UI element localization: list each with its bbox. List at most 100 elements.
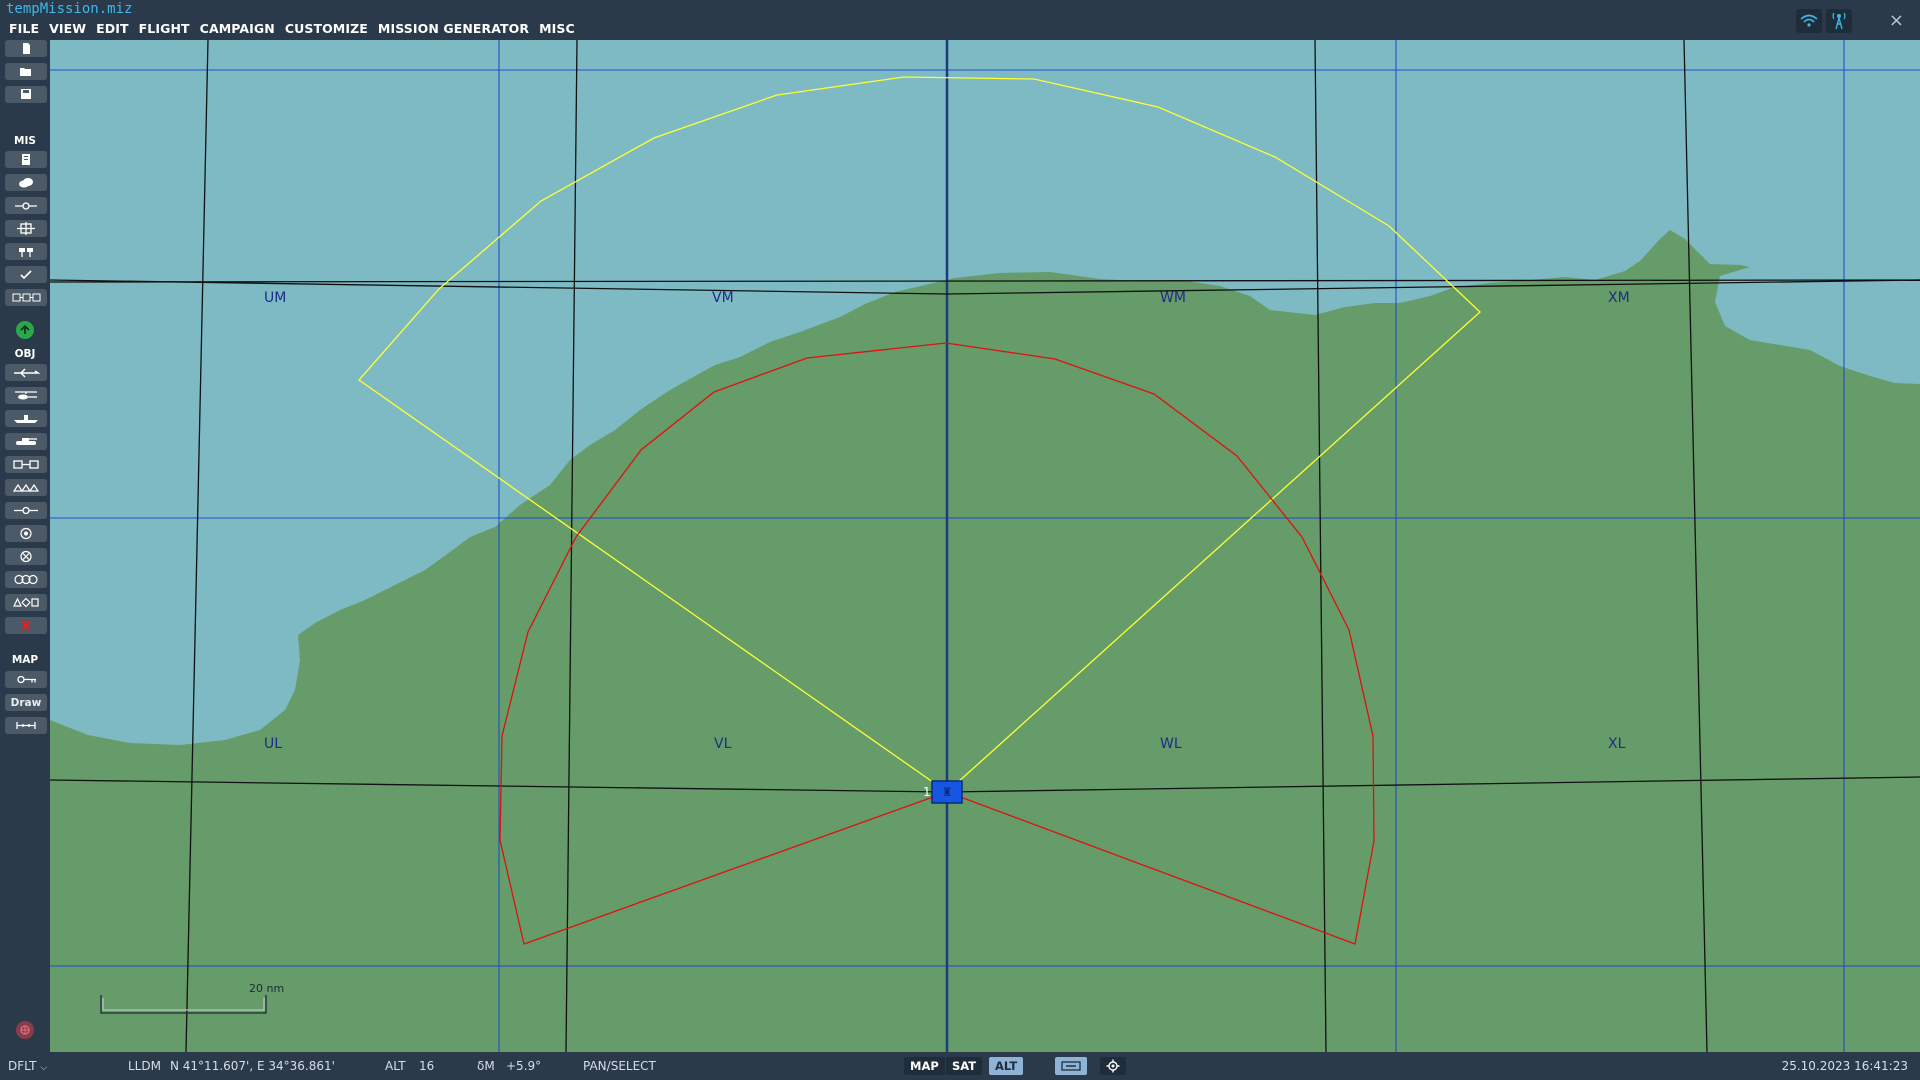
layers-toggle-button[interactable] [1055,1057,1087,1075]
mission-editor-window: tempMission.miz FILE VIEW EDIT FLIGHT CA… [0,0,1920,1080]
wifi-icon[interactable] [1796,9,1822,33]
menu-bar: FILE VIEW EDIT FLIGHT CAMPAIGN CUSTOMIZE… [4,21,580,36]
plane-icon [14,368,41,378]
cloud-icon [19,178,33,188]
add-shapes-button[interactable] [5,594,47,611]
trigger-zones-button[interactable] [5,220,47,237]
ruler-icon [16,722,36,729]
coord-readout: N 41°11.607', E 34°36.861' [170,1059,335,1073]
alt-mode-button[interactable]: ALT [989,1057,1024,1075]
template-icon [12,483,40,493]
scale-label: 20 nm [249,982,284,995]
grid-label-wm: WM [1160,290,1186,306]
rings-icon [14,574,38,585]
chevron-down-icon: ⌵ [40,1063,48,1073]
new-file-button[interactable] [5,40,47,57]
ship-icon [14,415,38,423]
add-plane-button[interactable] [5,364,47,381]
grid-label-vm: VM [712,290,734,306]
map-view[interactable]: UM VM WM XM UL VL WL XL ♜ 1 20 nm [50,40,1920,1052]
date-time: 25.10.2023 16:41:23 [1781,1059,1908,1073]
add-target-button[interactable] [5,525,47,542]
grid-label-xl: XL [1608,736,1626,752]
gear-icon [1106,1059,1120,1073]
add-template-button[interactable] [5,479,47,496]
menu-campaign[interactable]: CAMPAIGN [195,21,280,36]
alt-label: ALT [385,1059,406,1073]
add-initial-point-button[interactable] [5,548,47,565]
menu-customize[interactable]: CUSTOMIZE [280,21,373,36]
checkmark-icon [20,270,32,280]
unit-marker[interactable]: ♜ [931,780,963,804]
zone-target-icon [17,222,35,235]
layers-icon [1061,1061,1081,1071]
gear-settings-button[interactable] [1100,1057,1126,1075]
profile-value: DFLT [8,1059,37,1073]
title-bar: tempMission.miz FILE VIEW EDIT FLIGHT CA… [0,0,1920,40]
mode-readout: PAN/SELECT [583,1059,656,1073]
mag-var-value: +5.9° [506,1059,542,1073]
open-file-button[interactable] [5,63,47,80]
delete-x-icon [21,620,31,631]
unit-symbol-icon: ♜ [942,785,953,799]
menu-misc[interactable]: MISC [534,21,580,36]
close-button[interactable]: × [1889,10,1904,31]
menu-flight[interactable]: FLIGHT [134,21,195,36]
arrow-up-icon [20,324,30,334]
sat-mode-button[interactable]: SAT [946,1057,983,1075]
menu-mission-generator[interactable]: MISSION GENERATOR [373,21,534,36]
add-group-button[interactable] [5,571,47,588]
menu-edit[interactable]: EDIT [91,21,134,36]
briefing-button[interactable] [5,151,47,168]
left-toolbar: MIS OBJ MAP Draw [0,40,50,1052]
grid-label-ul: UL [264,736,282,752]
crosshair-circle-icon [20,550,32,563]
add-static-button[interactable] [5,456,47,473]
helicopter-icon [15,391,37,400]
mission-goals-button[interactable] [5,266,47,283]
toolbar-section-map: MAP [11,654,39,666]
grid-label-vl: VL [714,736,732,752]
map-options-button[interactable] [5,671,47,688]
menu-view[interactable]: VIEW [44,21,91,36]
flags-button[interactable] [5,243,47,260]
delete-object-button[interactable] [5,617,47,634]
status-bar: DFLT ⌵ LLDM N 41°11.607', E 34°36.861' A… [0,1052,1920,1080]
unit-label: 1 [923,785,931,799]
airfield-icon [14,506,38,515]
grid-label-wl: WL [1160,736,1182,752]
target-icon [20,527,32,540]
profile-selector[interactable]: DFLT ⌵ [8,1059,47,1073]
triggers-button[interactable] [5,197,47,214]
shapes-icon [13,597,39,608]
new-file-icon [23,43,30,54]
ruler-button[interactable] [5,717,47,734]
resource-manager-button[interactable] [5,289,47,306]
antenna-icon[interactable] [1826,9,1852,33]
folder-open-icon [20,68,31,76]
weather-button[interactable] [5,174,47,191]
trigger-link-icon [15,202,37,210]
record-button[interactable] [16,1021,34,1039]
add-ship-button[interactable] [5,410,47,427]
save-icon [21,89,31,99]
save-file-button[interactable] [5,86,47,103]
map-mode-button[interactable]: MAP [904,1057,945,1075]
clipboard-icon [22,154,30,165]
alt-value: 16 [419,1059,435,1073]
record-icon [20,1025,30,1035]
coord-mode[interactable]: LLDM [128,1059,161,1073]
draw-button[interactable]: Draw [5,694,47,711]
tank-icon [16,438,37,445]
resource-boxes-icon [12,293,41,302]
add-vehicle-button[interactable] [5,433,47,450]
grid-label-um: UM [264,290,286,306]
add-helicopter-button[interactable] [5,387,47,404]
window-title: tempMission.miz [6,1,133,17]
menu-file[interactable]: FILE [4,21,44,36]
activate-button[interactable] [16,321,34,339]
mag-var-label: δM [477,1059,495,1073]
key-icon [17,675,36,684]
static-objects-icon [13,460,39,469]
add-airfield-button[interactable] [5,502,47,519]
